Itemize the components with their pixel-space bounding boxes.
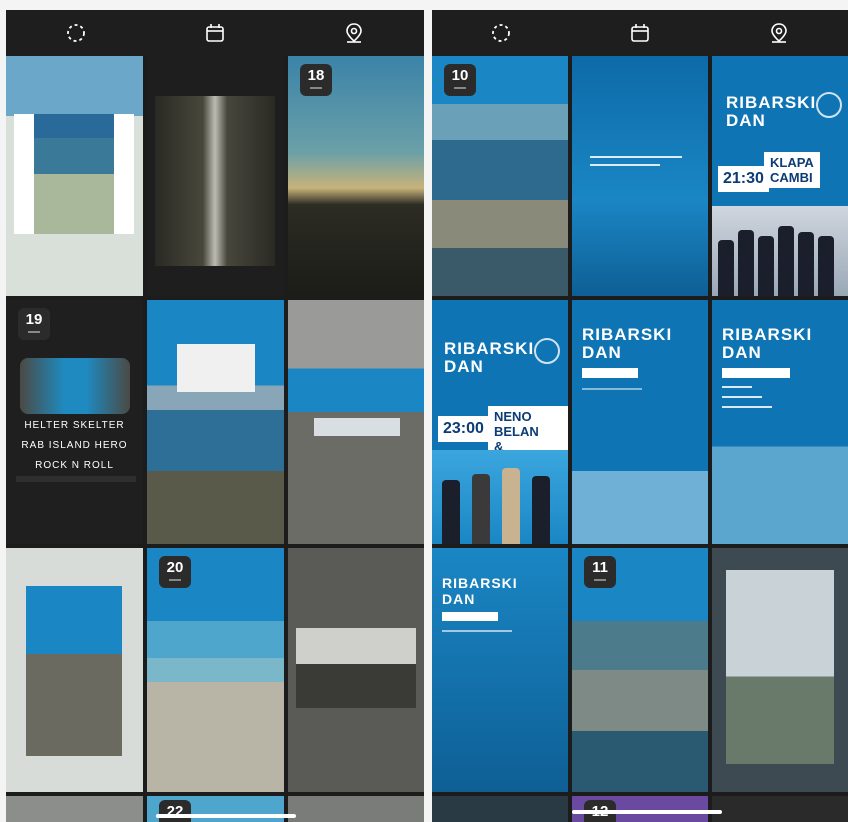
story-blue-post[interactable] [572,56,708,296]
event-title-line2: DAN [582,343,622,362]
text-line [590,164,660,166]
act-line-3: ROCK N ROLL [35,460,114,471]
event-title-line2: DAN [442,591,476,607]
story-next-1[interactable] [432,796,568,822]
story-ribarski-klapa[interactable]: RIBARSKI DAN KLAPA CAMBI 21:30 [712,56,848,296]
loading-icon[interactable] [481,13,521,53]
date-label [582,368,638,378]
photo-frame [14,114,134,234]
calendar-icon[interactable] [195,13,235,53]
story-sea-photo[interactable]: 20 [147,548,284,792]
story-panel-right: 10 RIBARSKI DAN KLAPA CAMBI 21:30 RIBARS… [432,10,848,822]
event-time: 23:00 [438,416,489,442]
act-line-1: KLAPA [770,155,814,170]
text-line [442,630,512,632]
story-beach-photo[interactable] [6,56,143,296]
location-pin-icon[interactable] [334,13,374,53]
home-indicator [156,814,296,818]
story-next-1[interactable] [6,796,143,822]
story-helter-skelter[interactable]: 19 HELTER SKELTER RAB ISLAND HERO ROCK N… [6,300,143,544]
story-rocky-coast[interactable]: 10 [432,56,568,296]
event-title-line2: DAN [444,357,484,376]
story-sunset-photo[interactable]: 18 [288,56,424,296]
home-indicator [572,810,722,814]
date-label [442,612,498,621]
story-ribarski-info-2[interactable]: RIBARSKI DAN [712,300,848,544]
date-label [722,368,790,378]
story-harbor-photo[interactable]: 11 [572,548,708,792]
band-photo [712,206,848,296]
band-photo [432,450,568,544]
date-badge: 11 [584,556,616,588]
text-line [722,406,772,408]
event-title-line2: DAN [726,111,766,130]
story-next-3[interactable] [712,796,848,822]
top-toolbar [6,10,424,56]
act-line-1: HELTER SKELTER [24,420,125,431]
top-toolbar [432,10,848,56]
story-town-photo[interactable] [288,300,424,544]
event-logo [20,358,130,414]
event-title-line1: RIBARSKI [582,325,673,344]
story-ribarski-neno[interactable]: RIBARSKI DAN NENO BELAN & FIUMENS 23:00 [432,300,568,544]
sponsor-strip [16,476,136,482]
date-badge: 10 [444,64,476,96]
event-logo-icon [534,338,560,364]
story-cloud-photo[interactable] [288,548,424,792]
story-ribarski-night[interactable]: RIBARSKI DAN [432,548,568,792]
date-badge: 18 [300,64,332,96]
event-title-line1: RIBARSKI [726,93,817,112]
date-badge: 22 [159,800,191,822]
text-line [582,388,642,390]
story-waterfall-photo[interactable] [147,56,284,296]
text-line [590,156,682,158]
story-next-3[interactable] [288,796,424,822]
event-title-line1: RIBARSKI [722,325,813,344]
act-line-2: RAB ISLAND HERO [21,440,128,451]
calendar-icon[interactable] [620,13,660,53]
story-flags-photo[interactable] [712,548,848,792]
event-logo-icon [816,92,842,118]
headliner-label: KLAPA CAMBI [764,152,820,188]
sign-board [177,344,255,392]
date-badge: 19 [18,308,50,340]
location-pin-icon[interactable] [759,13,799,53]
loading-icon[interactable] [56,13,96,53]
caption-box [314,418,400,436]
event-time: 21:30 [718,166,769,192]
story-coast-photo[interactable] [6,548,143,792]
story-next-2[interactable]: 12 [572,796,708,822]
story-ribarski-info-1[interactable]: RIBARSKI DAN [572,300,708,544]
act-line-2: CAMBI [770,170,813,185]
event-title-line2: DAN [722,343,762,362]
story-next-2[interactable]: 22 [147,796,284,822]
text-line [722,396,762,398]
text-line [722,386,752,388]
act-line-1: NENO BELAN [494,409,539,439]
story-sign-photo[interactable] [147,300,284,544]
event-title-line1: RIBARSKI [444,339,535,358]
date-badge: 20 [159,556,191,588]
story-panel-left: 18 19 HELTER SKELTER RAB ISLAND HERO ROC… [6,10,424,822]
